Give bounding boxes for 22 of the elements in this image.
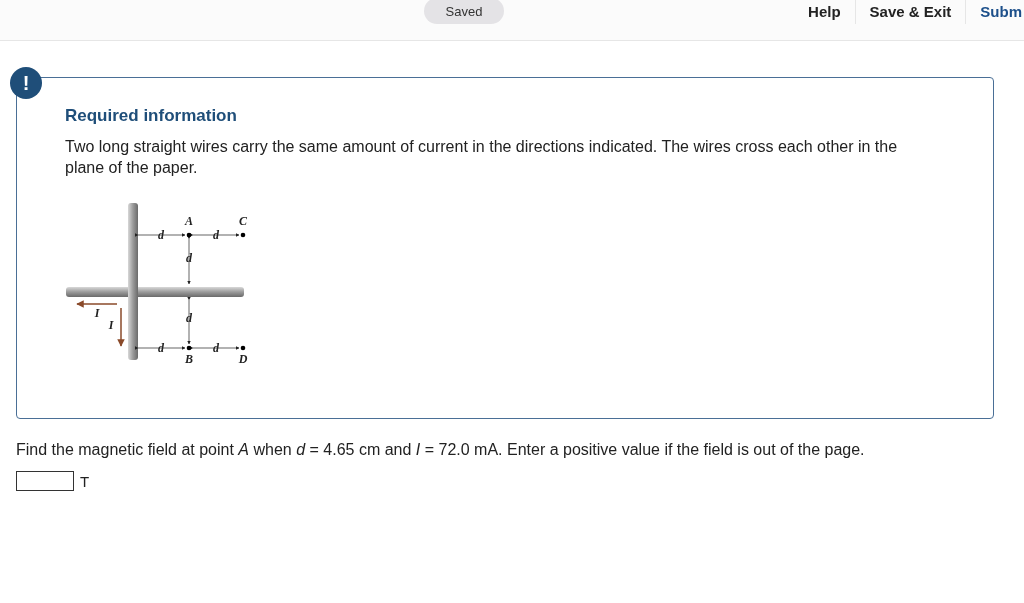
- point-label: A: [185, 214, 193, 228]
- card-heading: Required information: [65, 106, 238, 126]
- distance-label: d: [213, 228, 219, 242]
- point-label: D: [238, 352, 248, 366]
- distance-label: d: [186, 251, 192, 265]
- distance-label: d: [186, 311, 192, 325]
- answer-field[interactable]: [16, 471, 74, 491]
- unit-label: T: [80, 472, 90, 490]
- question-text: Find the magnetic field at point A when d = 4.65 cm and I = 72.0 mA. Enter a positive value if the field is out of the page.: [16, 440, 866, 460]
- nav-link[interactable]: Save & Exit: [855, 0, 966, 24]
- distance-label: d: [158, 341, 164, 355]
- submit-link[interactable]: Subm: [966, 0, 1024, 24]
- save-status: Saved: [424, 0, 504, 24]
- distance-label: d: [158, 228, 164, 242]
- point-label: B: [185, 352, 193, 366]
- problem-text: Two long straight wires carry the same amount of current in the directions indicated. The wires cross each other in the plane of the paper.: [65, 137, 899, 178]
- nav-link[interactable]: Help: [794, 0, 855, 24]
- distance-label: d: [213, 341, 219, 355]
- current-label: I: [108, 318, 114, 332]
- current-label: I: [94, 306, 100, 320]
- point-label: C: [239, 214, 247, 228]
- alert-icon: !: [10, 67, 42, 99]
